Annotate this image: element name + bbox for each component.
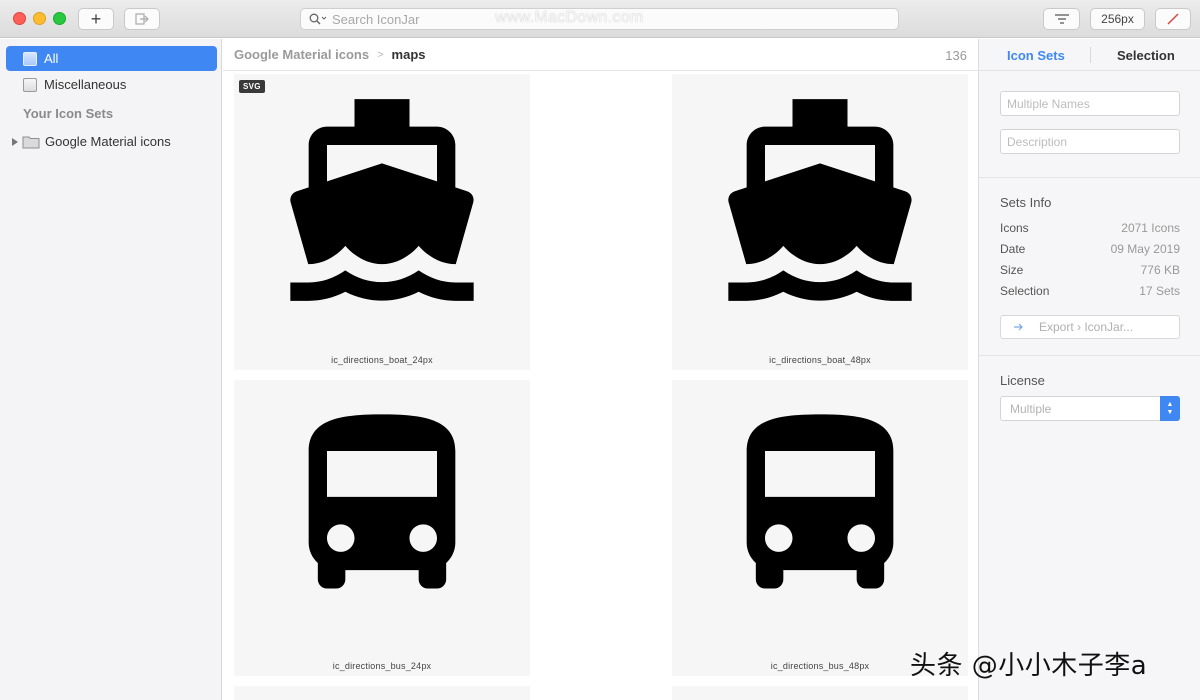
collection-icon — [23, 77, 37, 92]
tab-selection[interactable]: Selection — [1117, 48, 1175, 63]
bus-icon — [308, 414, 456, 589]
size-button[interactable]: 256px — [1090, 8, 1145, 30]
icon-tile[interactable]: SVG ic_directions_boat_24px — [234, 74, 530, 370]
info-value: 776 KB — [1140, 263, 1180, 277]
sets-info-title: Sets Info — [1000, 195, 1052, 210]
select-arrows-icon: ▲ ▼ — [1160, 396, 1180, 421]
footer-watermark: 头条 @小小木子李a — [910, 651, 1148, 681]
info-row-size: Size 776 KB — [1000, 263, 1180, 279]
icon-tile[interactable]: ic_directions_bus_48px — [672, 380, 968, 676]
icon-tile[interactable]: ic_directions_boat_48px — [672, 74, 968, 370]
divider — [979, 177, 1200, 178]
info-key: Selection — [1000, 284, 1050, 298]
icon-tile-label: ic_directions_boat_48px — [769, 355, 871, 365]
boat-icon — [290, 99, 474, 301]
info-row-icons: Icons 2071 Icons — [1000, 221, 1180, 237]
sidebar: All Miscellaneous Your Icon Sets Google … — [0, 39, 222, 700]
sidebar-section-heading: Your Icon Sets — [23, 106, 114, 121]
tab-icon-sets[interactable]: Icon Sets — [1007, 48, 1065, 63]
icon-tile[interactable] — [234, 686, 530, 700]
sidebar-item-google-material-icons[interactable]: Google Material icons — [6, 129, 217, 154]
icon-tile-label: ic_directions_boat_24px — [331, 355, 433, 365]
breadcrumb: Google Material icons > maps 136 — [223, 39, 978, 71]
disclosure-triangle-icon[interactable] — [10, 137, 20, 147]
inspector-tabs: Icon Sets Selection — [979, 39, 1200, 71]
icon-count: 136 — [945, 48, 967, 63]
breadcrumb-parent[interactable]: Google Material icons — [234, 47, 369, 62]
site-watermark: www.MacDown.com — [495, 9, 644, 26]
no-color-button[interactable] — [1155, 8, 1191, 30]
info-key: Size — [1000, 263, 1024, 277]
search-icon — [309, 13, 327, 25]
icon-tile[interactable]: ic_directions_bus_24px — [234, 380, 530, 676]
filter-button[interactable] — [1043, 8, 1080, 30]
filter-icon — [1054, 14, 1069, 24]
divider — [979, 355, 1200, 356]
info-key: Icons — [1000, 221, 1029, 235]
export-label: Export › IconJar... — [1039, 320, 1134, 334]
license-value: Multiple — [1010, 401, 1052, 416]
sidebar-item-miscellaneous[interactable]: Miscellaneous — [6, 72, 217, 97]
add-button[interactable]: + — [78, 8, 114, 30]
bus-icon — [746, 414, 894, 589]
inspector-panel: Icon Sets Selection Sets Info Icons 2071… — [978, 39, 1200, 700]
svg-badge: SVG — [239, 80, 265, 93]
icon-tile-label: ic_directions_bus_24px — [332, 661, 432, 671]
license-title: License — [1000, 373, 1045, 388]
share-button[interactable] — [124, 8, 160, 30]
license-select[interactable]: Multiple ▲ ▼ — [1000, 396, 1180, 421]
collection-icon — [23, 51, 37, 66]
names-field[interactable] — [1000, 91, 1180, 116]
info-value: 17 Sets — [1139, 284, 1180, 298]
icon-tile[interactable] — [672, 686, 968, 700]
export-icon — [1014, 323, 1023, 331]
info-row-selection: Selection 17 Sets — [1000, 284, 1180, 300]
icon-browser: Google Material icons > maps 136 SVG ic_… — [223, 39, 978, 700]
info-row-date: Date 09 May 2019 — [1000, 242, 1180, 258]
sidebar-item-all[interactable]: All — [6, 46, 217, 71]
sidebar-item-label: Google Material icons — [45, 134, 171, 149]
folder-icon — [22, 136, 40, 148]
close-window-button[interactable] — [13, 12, 26, 25]
info-key: Date — [1000, 242, 1026, 256]
boat-icon — [728, 99, 912, 301]
minimize-window-button[interactable] — [33, 12, 46, 25]
no-color-icon — [1167, 13, 1179, 25]
info-value: 09 May 2019 — [1110, 242, 1180, 256]
export-button[interactable]: Export › IconJar... — [1000, 315, 1180, 339]
size-label: 256px — [1101, 12, 1134, 26]
tab-divider — [1090, 47, 1091, 63]
window-titlebar: + www.MacDown.com 256px — [0, 0, 1200, 38]
description-field[interactable] — [1000, 129, 1180, 154]
breadcrumb-current: maps — [391, 47, 426, 62]
zoom-window-button[interactable] — [53, 12, 66, 25]
sidebar-item-label: All — [44, 51, 59, 66]
sidebar-item-label: Miscellaneous — [44, 77, 127, 92]
export-icon — [135, 13, 149, 25]
info-value: 2071 Icons — [1121, 221, 1180, 235]
chevron-right-icon: > — [377, 48, 384, 61]
add-label: + — [90, 8, 102, 29]
